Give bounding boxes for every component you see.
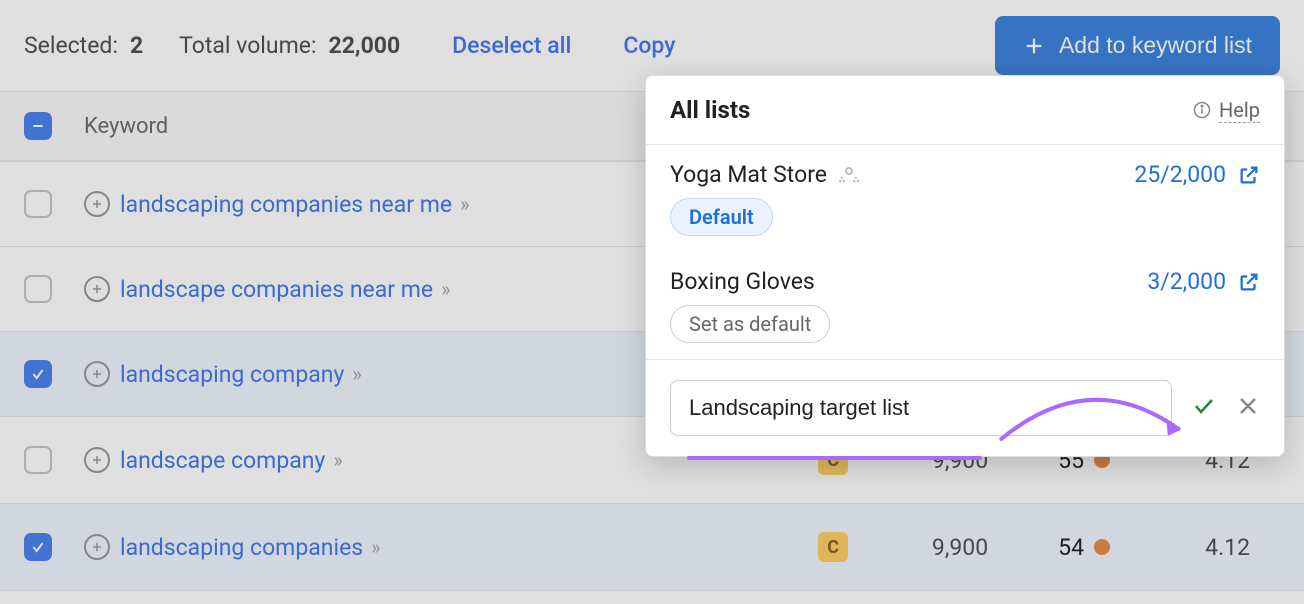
chevron-right-icon: » [333, 448, 342, 472]
row-checkbox[interactable] [24, 533, 52, 561]
copy-link[interactable]: Copy [623, 32, 675, 59]
row-metrics: C 9,900 54 4.12 [818, 532, 1280, 562]
total-volume-value: 22,000 [329, 32, 401, 59]
add-button-label: Add to keyword list [1059, 32, 1252, 59]
row-checkbox[interactable] [24, 360, 52, 388]
keyword-list-item[interactable]: Yoga Mat Store 25/2,000 Default [646, 145, 1284, 252]
info-icon [1193, 101, 1211, 119]
default-badge: Default [670, 198, 773, 236]
total-volume-label: Total volume: [179, 32, 316, 59]
keyword-link[interactable]: landscape companies near me [120, 276, 433, 303]
kd-cell: 54 [1058, 534, 1110, 561]
selected-count: 2 [130, 32, 143, 59]
expand-icon[interactable] [84, 191, 110, 217]
list-name: Boxing Gloves [670, 268, 815, 295]
set-default-button[interactable]: Set as default [670, 305, 830, 343]
keyword-link[interactable]: landscaping companies near me [120, 191, 452, 218]
last-cell: 4.12 [1180, 534, 1250, 561]
kd-dot-icon [1094, 539, 1110, 555]
row-checkbox[interactable] [24, 446, 52, 474]
cancel-new-list-button[interactable] [1236, 394, 1260, 422]
help-link[interactable]: Help [1193, 98, 1260, 123]
chevron-right-icon: » [460, 192, 469, 216]
chevron-right-icon: » [441, 277, 450, 301]
external-link-icon [1238, 271, 1260, 293]
external-link-icon [1238, 164, 1260, 186]
confirm-new-list-button[interactable] [1192, 394, 1216, 422]
row-checkbox[interactable] [24, 275, 52, 303]
check-icon [1192, 394, 1216, 418]
volume-cell: 9,900 [918, 534, 988, 561]
keyword-list-dropdown: All lists Help Yoga Mat Store 25/2,000 Def… [645, 75, 1285, 457]
chevron-right-icon: » [371, 535, 380, 559]
close-icon [1236, 394, 1260, 418]
keyword-link[interactable]: landscaping companies [120, 534, 363, 561]
dropdown-header: All lists Help [646, 76, 1284, 145]
keyword-column-header[interactable]: Keyword [84, 114, 168, 139]
chevron-right-icon: » [352, 362, 361, 386]
expand-icon[interactable] [84, 534, 110, 560]
keyword-list-item[interactable]: Boxing Gloves 3/2,000 Set as default [646, 252, 1284, 359]
table-row: landscaping companies » C 9,900 54 4.12 [0, 504, 1304, 591]
intent-badge: C [818, 532, 848, 562]
annotation-underline [687, 456, 982, 460]
expand-icon[interactable] [84, 361, 110, 387]
keyword-link[interactable]: landscaping company [120, 361, 344, 388]
selected-label: Selected: [24, 32, 118, 59]
plus-icon [1023, 35, 1045, 57]
help-label: Help [1219, 98, 1260, 123]
list-count[interactable]: 3/2,000 [1147, 268, 1260, 295]
add-to-keyword-list-button[interactable]: Add to keyword list [995, 16, 1280, 75]
dropdown-title: All lists [670, 96, 750, 124]
row-checkbox[interactable] [24, 190, 52, 218]
new-list-name-input[interactable] [670, 380, 1172, 436]
deselect-all-link[interactable]: Deselect all [452, 32, 571, 59]
select-all-checkbox[interactable] [24, 112, 52, 140]
expand-icon[interactable] [84, 447, 110, 473]
keyword-link[interactable]: landscape company [120, 447, 325, 474]
new-list-row [646, 360, 1284, 456]
shared-icon [837, 163, 861, 187]
list-count[interactable]: 25/2,000 [1134, 161, 1260, 188]
expand-icon[interactable] [84, 276, 110, 302]
list-name: Yoga Mat Store [670, 161, 827, 188]
